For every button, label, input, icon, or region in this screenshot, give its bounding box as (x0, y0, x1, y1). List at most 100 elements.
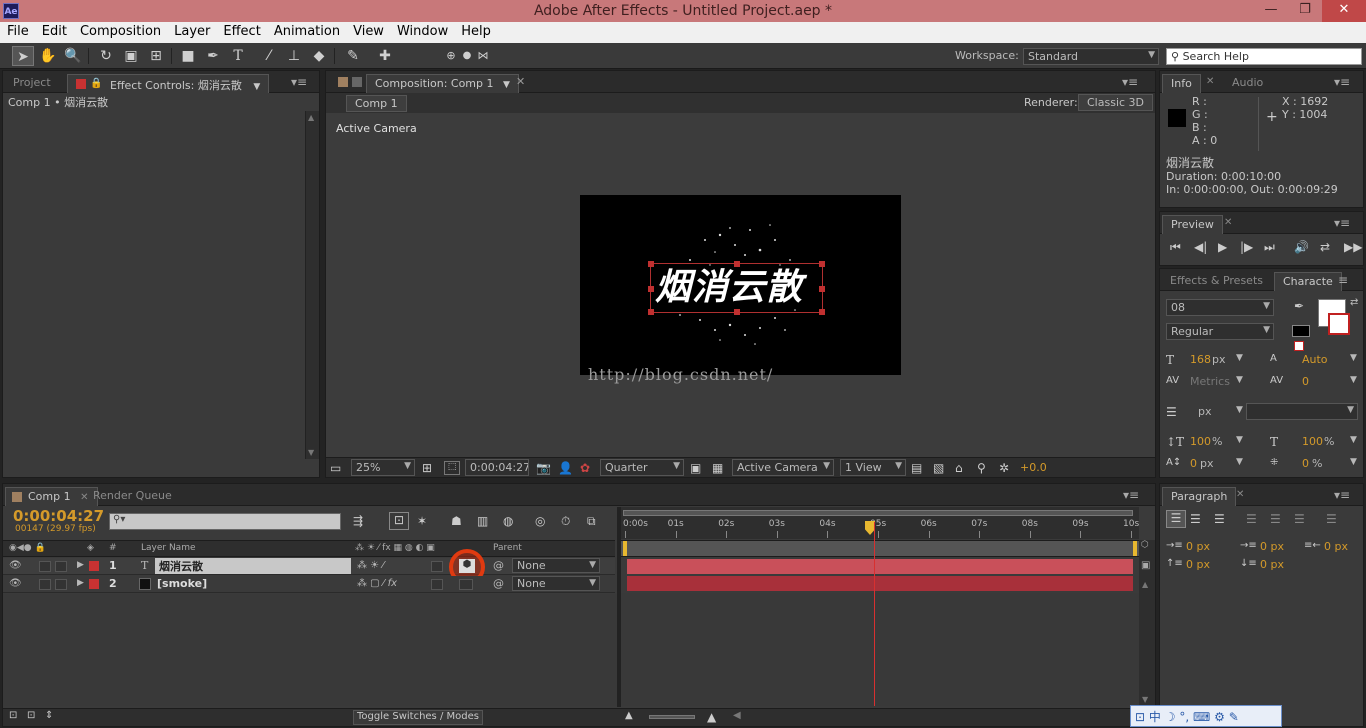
modes-pane-icon[interactable]: ⊡ (27, 710, 35, 721)
vertical-scrollbar[interactable]: ⬡ ▣ ▲ ▼ (1139, 540, 1155, 706)
close-tab-icon[interactable]: ✕ (516, 75, 525, 88)
work-area-start[interactable] (623, 541, 627, 556)
rotation-tool-icon[interactable]: ↻ (95, 46, 117, 66)
chevron-down-icon[interactable]: ▼ (253, 82, 260, 92)
always-preview-icon[interactable]: ▭ (330, 461, 341, 475)
chevron-down-icon[interactable]: ▼ (1236, 405, 1243, 415)
tsume-value[interactable]: 0 (1302, 457, 1309, 470)
mask-visibility-icon[interactable]: ⬚ (444, 461, 460, 475)
bounding-box-handle[interactable] (648, 309, 654, 315)
layer-name[interactable]: [smoke] (157, 577, 207, 590)
next-frame-icon[interactable]: |▶ (1240, 240, 1253, 254)
panel-menu-icon[interactable]: ▾≡ (1122, 75, 1138, 89)
no-fill-icon[interactable] (1294, 341, 1304, 351)
layer-row[interactable]: 👁 ▶ 2 [smoke] ⁂ ▢ ⁄ fx @ None ▼ (3, 576, 615, 593)
menu-help[interactable]: Help (454, 22, 497, 43)
draft-3d-icon[interactable]: ✶ (417, 514, 427, 528)
chevron-down-icon[interactable]: ▼ (1236, 353, 1243, 363)
pickwhip-icon[interactable]: @ (493, 577, 504, 590)
bounding-box-handle[interactable] (648, 286, 654, 292)
first-frame-icon[interactable]: ⏮ (1170, 240, 1181, 255)
loop-icon[interactable]: ⇄ (1320, 240, 1330, 254)
tab-character[interactable]: Characte (1274, 272, 1342, 291)
panel-menu-icon[interactable]: ▾≡ (1334, 75, 1350, 89)
menu-effect[interactable]: Effect (216, 22, 266, 43)
layer-duration-bar[interactable] (627, 559, 1133, 574)
tab-effect-controls[interactable]: 🔒 Effect Controls: 烟消云散 ▼ (67, 74, 270, 93)
current-time-field[interactable]: 0:00:04:27 (465, 459, 529, 476)
font-family-dropdown[interactable]: 08 ▼ (1166, 299, 1274, 316)
tab-composition[interactable]: Composition: Comp 1 ▼ (366, 74, 519, 93)
tab-info[interactable]: Info (1162, 74, 1201, 93)
solo-toggle[interactable] (39, 579, 51, 590)
tab-effects-presets[interactable]: Effects & Presets (1162, 272, 1271, 291)
leading-value[interactable]: Auto (1302, 353, 1328, 366)
panel-menu-icon[interactable]: ▾≡ (291, 75, 307, 89)
align-left-icon[interactable]: ☰ (1166, 510, 1186, 528)
panel-menu-icon[interactable]: ▾≡ (1334, 216, 1350, 230)
scroll-icon[interactable]: ▣ (1141, 560, 1150, 571)
menu-window[interactable]: Window (390, 22, 454, 43)
layer-duration-bar[interactable] (627, 576, 1133, 591)
tab-paragraph[interactable]: Paragraph (1162, 487, 1237, 506)
hand-tool-icon[interactable]: ✋ (37, 46, 59, 66)
exposure-reset-icon[interactable]: ✲ (999, 461, 1009, 475)
visibility-eye-icon[interactable]: 👁 (9, 560, 22, 571)
panel-menu-icon[interactable]: ≡ (1338, 273, 1348, 287)
eraser-tool-icon[interactable]: ◆ (308, 46, 330, 66)
camera-view-dropdown[interactable]: Active Camera ▼ (732, 459, 834, 476)
indent-left-value[interactable]: 0 px (1186, 540, 1210, 553)
black-swatch[interactable] (1292, 325, 1310, 337)
brainstorm-icon[interactable]: ◎ (535, 514, 545, 528)
vertical-scrollbar[interactable]: ▲ ▼ (305, 111, 319, 459)
tab-preview[interactable]: Preview (1162, 215, 1223, 234)
layer-switches[interactable]: ⁂ ☀ ⁄ (357, 560, 384, 571)
indent-first-line-value[interactable]: 0 px (1260, 540, 1284, 553)
label-color-icon[interactable] (89, 561, 99, 571)
bounding-box-handle[interactable] (819, 286, 825, 292)
comp-marker-bin-icon[interactable]: ⬡ (1141, 540, 1149, 550)
bounding-box-handle[interactable] (819, 309, 825, 315)
minimize-button[interactable]: — (1254, 0, 1288, 22)
pen-tool-icon[interactable]: ✒ (202, 46, 224, 66)
search-help-field[interactable]: ⚲ Search Help (1166, 48, 1362, 65)
pan-behind-tool-icon[interactable]: ⊞ (145, 46, 167, 66)
horizontal-scale-value[interactable]: 100 (1302, 435, 1323, 448)
selection-tool-icon[interactable]: ➤ (12, 46, 34, 66)
menu-view[interactable]: View (346, 22, 390, 43)
play-icon[interactable]: ▶ (1218, 240, 1227, 254)
work-area-bar[interactable] (621, 540, 1139, 557)
timeline-icon[interactable]: ⌂ (955, 461, 963, 475)
close-tab-icon[interactable]: ✕ (1224, 217, 1232, 228)
eyedropper-icon[interactable]: ✒ (1294, 299, 1304, 313)
maximize-button[interactable]: ❐ (1288, 0, 1322, 22)
pickwhip-icon[interactable]: @ (493, 559, 504, 572)
scroll-down-icon[interactable]: ▼ (1142, 695, 1148, 704)
zoom-out-icon[interactable]: ▲ (625, 710, 633, 721)
panel-menu-icon[interactable]: ▾≡ (1123, 488, 1139, 502)
scroll-up-icon[interactable]: ▲ (1142, 580, 1148, 589)
previous-frame-icon[interactable]: ◀| (1194, 240, 1207, 254)
menu-layer[interactable]: Layer (167, 22, 216, 43)
menu-animation[interactable]: Animation (267, 22, 346, 43)
space-after-value[interactable]: 0 px (1260, 558, 1284, 571)
scroll-up-icon[interactable]: ▲ (308, 113, 314, 122)
lock-toggle[interactable] (55, 561, 67, 572)
chevron-down-icon[interactable]: ▼ (1350, 435, 1357, 445)
layer-search-field[interactable]: ⚲▾ (109, 513, 341, 530)
clone-stamp-tool-icon[interactable]: ⊥ (283, 46, 305, 66)
flowchart-icon[interactable]: ⚲ (977, 461, 986, 475)
parent-dropdown[interactable]: None ▼ (512, 558, 600, 573)
label-color-icon[interactable] (89, 579, 99, 589)
tab-project[interactable]: Project (5, 74, 59, 93)
lock-toggle[interactable] (55, 579, 67, 590)
safe-zones-icon[interactable]: ⊞ (422, 461, 432, 475)
color-channels-icon[interactable]: ✿ (580, 461, 590, 475)
chevron-down-icon[interactable]: ▼ (1350, 353, 1357, 363)
tab-render-queue[interactable]: Render Queue (85, 487, 180, 506)
layer-name-column-header[interactable]: Layer Name (141, 543, 196, 553)
shy-layers-icon[interactable]: ☗ (451, 514, 462, 528)
expand-arrow-icon[interactable]: ▶ (77, 560, 84, 570)
zoom-slider[interactable] (649, 715, 695, 719)
view-axis-icon[interactable]: ⋈ (472, 46, 494, 66)
